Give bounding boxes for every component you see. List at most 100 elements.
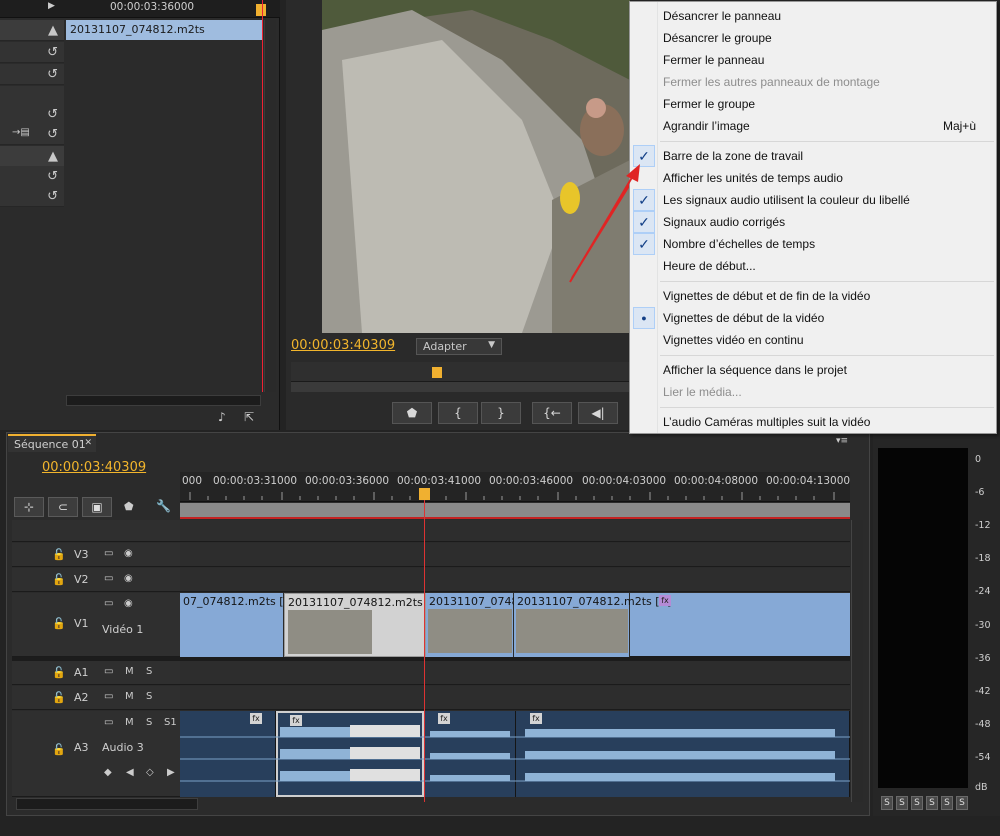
effect-row[interactable]: →▤ ↺ (0, 124, 64, 145)
menu-item-thumbnails-head-tail[interactable]: Vignettes de début et de fin de la vidéo (630, 285, 996, 307)
timeline-playhead-line[interactable] (424, 490, 425, 802)
mute-button[interactable]: M (125, 666, 134, 677)
effect-controls-ruler[interactable]: 00:00:03:36000 ▶ (0, 0, 280, 18)
video-clip-selected[interactable]: 20131107_074812.m2ts [V] (284, 593, 442, 657)
reset-icon[interactable]: ↺ (47, 107, 58, 122)
effect-row[interactable]: ↺ (0, 104, 64, 125)
track-header-v3[interactable]: 🔓 V3 ▭ ◉ (12, 543, 180, 567)
keyframe-menu-icon[interactable]: ◆ (104, 767, 112, 778)
solo-button[interactable]: S (146, 717, 152, 728)
mark-in-button[interactable]: { (438, 402, 478, 424)
zoom-fit-select[interactable]: Adapter ▼ (416, 338, 502, 355)
step-back-button[interactable]: ◀| (578, 402, 618, 424)
sequence-timecode[interactable]: 00:00:03:40309 (42, 460, 146, 475)
track-header-a2[interactable]: 🔓 A2 ▭ M S (12, 686, 180, 710)
audio-only-icon[interactable]: ♪ (218, 410, 226, 424)
sync-lock-icon[interactable]: ▭ (104, 717, 113, 728)
lock-icon[interactable]: 🔓 (52, 548, 66, 561)
lock-icon[interactable]: 🔓 (52, 743, 66, 756)
menu-item-close-group[interactable]: Fermer le groupe (630, 93, 996, 115)
go-to-in-button[interactable]: {← (532, 402, 572, 424)
track-header-a3[interactable]: 🔓 A3 ▭ M S S1 Audio 3 ◆ ◀ ◇ ▶ (12, 711, 180, 797)
track-lane-a2[interactable] (180, 686, 850, 710)
playhead-marker-icon[interactable] (432, 367, 442, 378)
track-header-v2[interactable]: 🔓 V2 ▭ ◉ (12, 568, 180, 592)
solo-channel-button[interactable]: S (881, 796, 893, 810)
add-marker-tool-button[interactable]: ▣ (82, 497, 112, 517)
source-vscroll[interactable] (264, 20, 276, 392)
program-timecode[interactable]: 00:00:03:40309 (291, 338, 395, 353)
sync-lock-icon[interactable]: ▭ (104, 548, 113, 559)
menu-item-audio-time-units[interactable]: Afficher les unités de temps audio (630, 167, 996, 189)
reset-icon[interactable]: ↺ (47, 127, 58, 142)
prev-keyframe-icon[interactable]: ◀ (126, 767, 134, 778)
eye-icon[interactable]: ◉ (124, 548, 133, 559)
sync-lock-icon[interactable]: ▭ (104, 666, 113, 677)
timeline-hscroll[interactable] (16, 798, 198, 810)
solo-channel-button[interactable]: S (956, 796, 968, 810)
solo-channel-button[interactable]: S (896, 796, 908, 810)
lock-icon[interactable]: 🔓 (52, 617, 66, 630)
export-icon[interactable]: ⇱ (244, 410, 254, 424)
solo-button[interactable]: S (146, 666, 152, 677)
close-icon[interactable]: ✕ (84, 438, 92, 448)
solo-button[interactable]: S (146, 691, 152, 702)
linked-selection-button[interactable]: ⊂ (48, 497, 78, 517)
effect-group-row[interactable]: ▲ (0, 20, 64, 41)
play-icon[interactable]: ▶ (48, 1, 55, 11)
wrench-icon[interactable]: 🔧 (156, 499, 171, 513)
mute-button[interactable]: M (125, 717, 134, 728)
keyframe-toggle-icon[interactable]: →▤ (12, 127, 30, 138)
video-clip[interactable]: 20131107_07481 (426, 593, 525, 657)
reset-icon[interactable]: ↺ (47, 67, 58, 82)
effect-row[interactable]: ↺ (0, 42, 64, 63)
marker-icon[interactable]: ⬟ (124, 500, 134, 513)
solo-channel-button[interactable]: S (911, 796, 923, 810)
effect-row[interactable]: ↺ (0, 166, 64, 187)
sync-lock-icon[interactable]: ▭ (104, 573, 113, 584)
timeline-time-ruler[interactable]: 000 00:00:03:31000 00:00:03:36000 00:00:… (180, 472, 850, 502)
menu-item-audio-label-color[interactable]: ✓ Les signaux audio utilisent la couleur … (630, 189, 996, 211)
menu-item-time-ruler-numbers[interactable]: ✓ Nombre d’échelles de temps (630, 233, 996, 255)
menu-item-maximize-frame[interactable]: Agrandir l’image Maj+ù (630, 115, 996, 137)
lock-icon[interactable]: 🔓 (52, 573, 66, 586)
menu-item-thumbnails-head[interactable]: ● Vignettes de début de la vidéo (630, 307, 996, 329)
track-lane-a1[interactable] (180, 661, 850, 685)
eye-icon[interactable]: ◉ (124, 598, 133, 609)
next-keyframe-icon[interactable]: ▶ (167, 767, 175, 778)
menu-item-close-panel[interactable]: Fermer le panneau (630, 49, 996, 71)
effect-row[interactable]: ↺ (0, 64, 64, 85)
collapse-icon[interactable]: ▲ (48, 23, 58, 38)
effect-row[interactable]: ↺ (0, 186, 64, 207)
lock-icon[interactable]: 🔓 (52, 666, 66, 679)
menu-item-start-time[interactable]: Heure de début... (630, 255, 996, 277)
menu-item-undock-group[interactable]: Désancrer le groupe (630, 27, 996, 49)
sync-lock-icon[interactable]: ▭ (104, 598, 113, 609)
menu-item-work-area-bar[interactable]: ✓ Barre de la zone de travail (630, 145, 996, 167)
menu-item-undock-panel[interactable]: Désancrer le panneau (630, 5, 996, 27)
collapse-icon[interactable]: ▲ (48, 149, 58, 164)
eye-icon[interactable]: ◉ (124, 573, 133, 584)
tab-sequence-01[interactable]: Séquence 01 ✕ (8, 434, 96, 452)
playhead-marker-icon[interactable] (419, 488, 430, 500)
mute-button[interactable]: M (125, 691, 134, 702)
track-lane-v2[interactable] (180, 568, 850, 592)
reset-icon[interactable]: ↺ (47, 169, 58, 184)
work-area-bar[interactable] (180, 503, 850, 517)
source-hscroll[interactable] (66, 395, 261, 406)
program-scrub-ruler[interactable] (291, 362, 631, 382)
mark-out-button[interactable]: } (481, 402, 521, 424)
solo-channel-button[interactable]: S (926, 796, 938, 810)
reset-icon[interactable]: ↺ (47, 189, 58, 204)
track-lane-v3[interactable] (180, 543, 850, 567)
video-clip[interactable]: 20131107_074812.m2ts [V] fx (514, 593, 671, 657)
add-keyframe-icon[interactable]: ◇ (146, 767, 154, 778)
solo-channel-button[interactable]: S (941, 796, 953, 810)
effect-group-row[interactable]: ▲ (0, 146, 64, 167)
timeline-vscroll[interactable] (851, 520, 863, 802)
track-header-v1[interactable]: 🔓 V1 ▭ ◉ Vidéo 1 (12, 593, 180, 657)
program-zoom-bar[interactable] (291, 382, 631, 392)
sync-lock-icon[interactable]: ▭ (104, 691, 113, 702)
source-clip-bar[interactable]: 20131107_074812.m2ts (66, 20, 262, 40)
video-clip[interactable]: 07_074812.m2ts [V] (180, 593, 295, 657)
